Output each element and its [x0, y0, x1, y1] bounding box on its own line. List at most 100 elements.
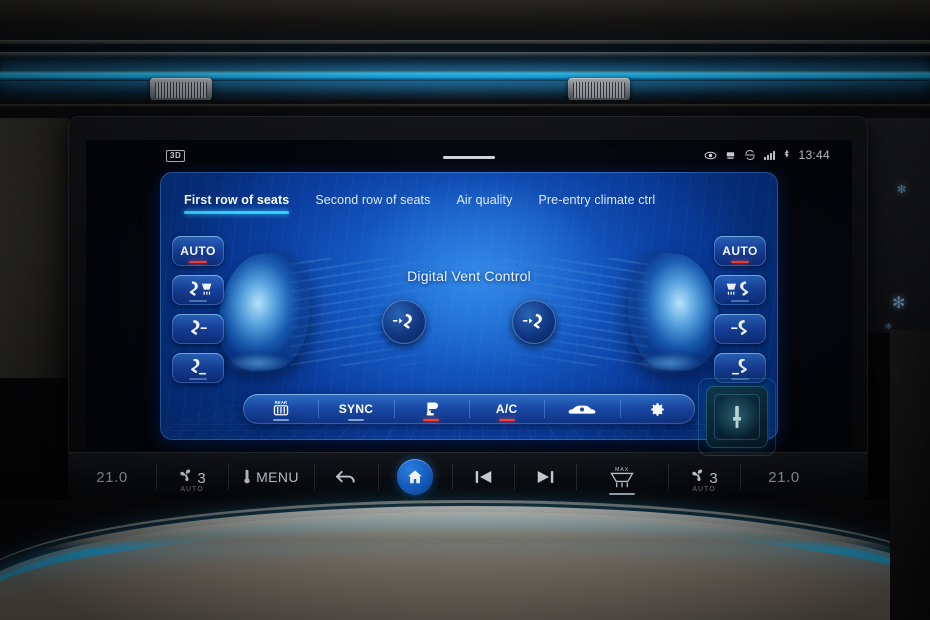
active-indicator	[347, 419, 364, 421]
digital-vent-control-title: Digital Vent Control	[407, 268, 531, 284]
thermometer-icon	[243, 469, 251, 485]
vent-widget-inner	[714, 394, 760, 440]
home-icon	[406, 468, 424, 486]
gear-icon	[649, 401, 666, 418]
sync-label: SYNC	[338, 402, 374, 416]
climate-panel: First row of seats Second row of seats A…	[160, 172, 778, 440]
dashboard-upper-trim	[0, 52, 930, 57]
defrost-face-airflow-icon	[725, 281, 755, 299]
dashboard-left-trim	[0, 118, 70, 378]
windshield-defrost-icon: MAX	[607, 464, 637, 490]
airflow-body-right-button[interactable]	[714, 314, 766, 344]
climate-function-bar: REAR SYNC A/C	[243, 394, 695, 424]
car-airflow-button[interactable]	[544, 394, 619, 424]
vent-joystick-icon	[730, 404, 744, 430]
vent-control-widget[interactable]	[706, 386, 768, 448]
ambient-light-strip-top	[0, 70, 930, 81]
ac-button[interactable]: A/C	[468, 394, 544, 424]
active-indicator	[423, 419, 440, 421]
right-climate-controls: AUTO	[714, 236, 766, 392]
dashboard-upper-edge	[0, 40, 930, 44]
fan-icon	[690, 467, 706, 483]
airflow-feet-left-button[interactable]	[172, 353, 224, 383]
airflow-body-left-button[interactable]	[172, 314, 224, 344]
sync-arrows-icon[interactable]	[744, 149, 756, 161]
active-indicator	[272, 419, 289, 421]
menu-button[interactable]: MENU	[228, 452, 314, 502]
fan-right-button[interactable]: 3 AUTO	[668, 452, 740, 502]
auto-right-button[interactable]: AUTO	[714, 236, 766, 266]
active-indicator	[731, 261, 749, 263]
mercedes-star-icon: ✻	[892, 295, 906, 312]
active-indicator	[498, 419, 515, 421]
next-track-icon	[536, 469, 555, 485]
fan-icon	[178, 467, 194, 483]
fan-left-auto-label: AUTO	[180, 486, 204, 493]
airflow-to-seat-icon	[392, 313, 416, 331]
tab-first-row-of-seats[interactable]: First row of seats	[184, 193, 290, 214]
recirculation-button[interactable]	[393, 394, 469, 424]
active-indicator	[189, 378, 207, 380]
car-airflow-icon	[567, 402, 597, 417]
tab-bar: First row of seats Second row of seats A…	[160, 186, 778, 220]
door-pillar	[890, 330, 930, 620]
tab-air-quality[interactable]: Air quality	[456, 193, 512, 214]
status-bar: 3D 13:44	[86, 140, 852, 170]
clock: 13:44	[798, 148, 830, 162]
camera-360-icon[interactable]	[704, 149, 717, 162]
svg-text:MAX: MAX	[615, 467, 629, 473]
tab-second-row-of-seats[interactable]: Second row of seats	[315, 193, 430, 214]
auto-left-button[interactable]: AUTO	[172, 236, 224, 266]
previous-track-button[interactable]	[452, 452, 514, 502]
signal-bars-icon	[764, 150, 776, 160]
bluetooth-icon	[783, 149, 790, 161]
auto-right-label: AUTO	[722, 244, 758, 258]
active-indicator	[731, 300, 749, 302]
tab-pre-entry-climate-ctrl[interactable]: Pre-entry climate ctrl	[538, 193, 655, 214]
auto-left-label: AUTO	[180, 244, 216, 258]
recirculation-icon	[422, 400, 441, 418]
ac-label: A/C	[495, 402, 518, 416]
sync-button[interactable]: SYNC	[318, 394, 393, 424]
rear-defrost-icon: REAR	[271, 400, 291, 418]
back-arrow-icon	[334, 467, 358, 487]
airflow-defrost-face-right-button[interactable]	[714, 275, 766, 305]
fan-right-auto-label: AUTO	[692, 486, 716, 493]
svg-text:REAR: REAR	[274, 400, 287, 405]
settings-button[interactable]	[619, 394, 695, 424]
active-indicator	[609, 492, 635, 495]
fan-left-value: 3	[197, 470, 206, 487]
status-icons: 13:44	[704, 148, 830, 162]
airflow-to-seat-icon	[522, 313, 546, 331]
rear-defrost-button[interactable]: REAR	[243, 394, 318, 424]
menu-label: MENU	[256, 469, 299, 485]
body-airflow-icon	[186, 320, 210, 338]
hardware-button-bar: 21.0 3 AUTO MENU MAX 3 AUTO 21.0	[68, 452, 868, 502]
airflow-defrost-face-left-button[interactable]	[172, 275, 224, 305]
mercedes-star-icon: ✻	[897, 184, 907, 196]
vent-direction-right-button[interactable]	[512, 300, 556, 344]
body-airflow-icon	[728, 320, 752, 338]
left-climate-controls: AUTO	[172, 236, 224, 392]
drag-handle[interactable]	[443, 156, 495, 159]
seat-shadow-right	[628, 350, 712, 376]
next-track-button[interactable]	[514, 452, 576, 502]
temperature-left-button[interactable]: 21.0	[68, 452, 156, 502]
back-button[interactable]	[314, 452, 378, 502]
feet-airflow-icon	[728, 359, 752, 377]
vent-direction-left-button[interactable]	[382, 300, 426, 344]
home-button[interactable]	[378, 452, 452, 502]
rear-passenger-icon[interactable]	[725, 150, 736, 161]
defrost-face-airflow-icon	[183, 281, 213, 299]
infotainment-screenshot: ✻ ✻ ✻ ✻ 3D	[0, 0, 930, 620]
home-button-circle[interactable]	[397, 459, 433, 495]
dashboard-seam	[0, 104, 930, 107]
feet-airflow-icon	[186, 359, 210, 377]
max-defrost-button[interactable]: MAX	[576, 452, 668, 502]
active-indicator	[189, 300, 207, 302]
temperature-right-value: 21.0	[768, 468, 800, 486]
fan-left-button[interactable]: 3 AUTO	[156, 452, 228, 502]
three-d-badge: 3D	[166, 150, 186, 162]
temperature-right-button[interactable]: 21.0	[740, 452, 828, 502]
seat-shadow-left	[216, 350, 300, 376]
